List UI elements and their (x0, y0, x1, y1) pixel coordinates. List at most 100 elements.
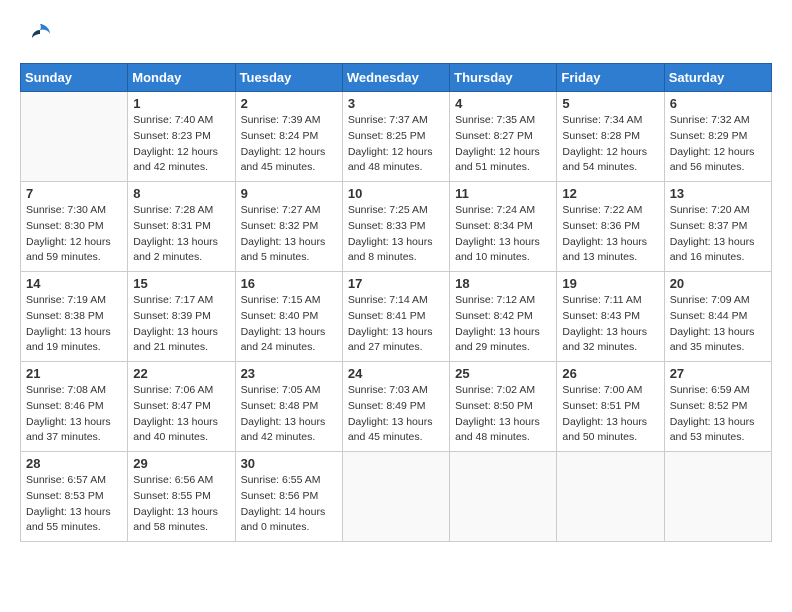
day-number: 2 (241, 96, 337, 111)
day-info: Sunrise: 7:30 AMSunset: 8:30 PMDaylight:… (26, 203, 122, 266)
day-info: Sunrise: 6:55 AMSunset: 8:56 PMDaylight:… (241, 473, 337, 536)
calendar-day-cell: 19 Sunrise: 7:11 AMSunset: 8:43 PMDayligh… (557, 272, 664, 362)
day-number: 4 (455, 96, 551, 111)
calendar-day-cell (450, 452, 557, 542)
day-number: 24 (348, 366, 444, 381)
calendar-day-cell: 18 Sunrise: 7:12 AMSunset: 8:42 PMDayligh… (450, 272, 557, 362)
column-header-tuesday: Tuesday (235, 64, 342, 92)
calendar-day-cell (342, 452, 449, 542)
day-number: 6 (670, 96, 766, 111)
day-info: Sunrise: 7:39 AMSunset: 8:24 PMDaylight:… (241, 113, 337, 176)
day-info: Sunrise: 7:28 AMSunset: 8:31 PMDaylight:… (133, 203, 229, 266)
day-number: 3 (348, 96, 444, 111)
day-number: 28 (26, 456, 122, 471)
column-header-monday: Monday (128, 64, 235, 92)
header (20, 20, 772, 53)
calendar-day-cell: 14 Sunrise: 7:19 AMSunset: 8:38 PMDayligh… (21, 272, 128, 362)
calendar-day-cell: 7 Sunrise: 7:30 AMSunset: 8:30 PMDaylight… (21, 182, 128, 272)
day-number: 19 (562, 276, 658, 291)
calendar-day-cell: 4 Sunrise: 7:35 AMSunset: 8:27 PMDaylight… (450, 92, 557, 182)
day-number: 1 (133, 96, 229, 111)
day-info: Sunrise: 7:22 AMSunset: 8:36 PMDaylight:… (562, 203, 658, 266)
column-header-thursday: Thursday (450, 64, 557, 92)
day-number: 23 (241, 366, 337, 381)
day-number: 17 (348, 276, 444, 291)
calendar-day-cell: 22 Sunrise: 7:06 AMSunset: 8:47 PMDayligh… (128, 362, 235, 452)
day-number: 10 (348, 186, 444, 201)
calendar-day-cell: 25 Sunrise: 7:02 AMSunset: 8:50 PMDayligh… (450, 362, 557, 452)
calendar-day-cell: 13Sunrise: 7:20 AMSunset: 8:37 PMDayligh… (664, 182, 771, 272)
calendar-table: SundayMondayTuesdayWednesdayThursdayFrid… (20, 63, 772, 542)
calendar-day-cell: 5 Sunrise: 7:34 AMSunset: 8:28 PMDaylight… (557, 92, 664, 182)
day-number: 26 (562, 366, 658, 381)
day-info: Sunrise: 7:19 AMSunset: 8:38 PMDaylight:… (26, 293, 122, 356)
calendar-day-cell: 8 Sunrise: 7:28 AMSunset: 8:31 PMDaylight… (128, 182, 235, 272)
day-info: Sunrise: 7:35 AMSunset: 8:27 PMDaylight:… (455, 113, 551, 176)
calendar-day-cell: 12 Sunrise: 7:22 AMSunset: 8:36 PMDayligh… (557, 182, 664, 272)
column-header-saturday: Saturday (664, 64, 771, 92)
day-number: 14 (26, 276, 122, 291)
day-info: Sunrise: 7:40 AMSunset: 8:23 PMDaylight:… (133, 113, 229, 176)
day-number: 18 (455, 276, 551, 291)
day-number: 25 (455, 366, 551, 381)
day-info: Sunrise: 7:20 AMSunset: 8:37 PMDaylight:… (670, 203, 766, 266)
column-header-friday: Friday (557, 64, 664, 92)
day-info: Sunrise: 7:25 AMSunset: 8:33 PMDaylight:… (348, 203, 444, 266)
calendar-day-cell: 24 Sunrise: 7:03 AMSunset: 8:49 PMDayligh… (342, 362, 449, 452)
day-number: 5 (562, 96, 658, 111)
column-header-sunday: Sunday (21, 64, 128, 92)
calendar-day-cell: 17 Sunrise: 7:14 AMSunset: 8:41 PMDayligh… (342, 272, 449, 362)
day-info: Sunrise: 7:02 AMSunset: 8:50 PMDaylight:… (455, 383, 551, 446)
column-header-wednesday: Wednesday (342, 64, 449, 92)
calendar-week-row: 1 Sunrise: 7:40 AMSunset: 8:23 PMDaylight… (21, 92, 772, 182)
day-info: Sunrise: 7:06 AMSunset: 8:47 PMDaylight:… (133, 383, 229, 446)
day-info: Sunrise: 7:15 AMSunset: 8:40 PMDaylight:… (241, 293, 337, 356)
calendar-week-row: 14 Sunrise: 7:19 AMSunset: 8:38 PMDayligh… (21, 272, 772, 362)
calendar-day-cell (557, 452, 664, 542)
day-info: Sunrise: 7:14 AMSunset: 8:41 PMDaylight:… (348, 293, 444, 356)
day-info: Sunrise: 7:24 AMSunset: 8:34 PMDaylight:… (455, 203, 551, 266)
calendar-week-row: 28 Sunrise: 6:57 AMSunset: 8:53 PMDayligh… (21, 452, 772, 542)
logo-bird-icon (26, 20, 54, 53)
day-info: Sunrise: 7:32 AMSunset: 8:29 PMDaylight:… (670, 113, 766, 176)
day-number: 20 (670, 276, 766, 291)
day-info: Sunrise: 7:34 AMSunset: 8:28 PMDaylight:… (562, 113, 658, 176)
day-number: 11 (455, 186, 551, 201)
calendar-week-row: 21 Sunrise: 7:08 AMSunset: 8:46 PMDayligh… (21, 362, 772, 452)
day-number: 12 (562, 186, 658, 201)
calendar-day-cell: 30Sunrise: 6:55 AMSunset: 8:56 PMDayligh… (235, 452, 342, 542)
calendar-day-cell: 2 Sunrise: 7:39 AMSunset: 8:24 PMDaylight… (235, 92, 342, 182)
day-number: 29 (133, 456, 229, 471)
day-info: Sunrise: 7:17 AMSunset: 8:39 PMDaylight:… (133, 293, 229, 356)
day-number: 9 (241, 186, 337, 201)
calendar-day-cell: 11 Sunrise: 7:24 AMSunset: 8:34 PMDayligh… (450, 182, 557, 272)
day-number: 15 (133, 276, 229, 291)
day-number: 21 (26, 366, 122, 381)
calendar-day-cell: 3Sunrise: 7:37 AMSunset: 8:25 PMDaylight… (342, 92, 449, 182)
day-number: 22 (133, 366, 229, 381)
calendar-week-row: 7 Sunrise: 7:30 AMSunset: 8:30 PMDaylight… (21, 182, 772, 272)
day-info: Sunrise: 6:56 AMSunset: 8:55 PMDaylight:… (133, 473, 229, 536)
calendar-day-cell: 28 Sunrise: 6:57 AMSunset: 8:53 PMDayligh… (21, 452, 128, 542)
day-info: Sunrise: 7:09 AMSunset: 8:44 PMDaylight:… (670, 293, 766, 356)
calendar-day-cell: 29 Sunrise: 6:56 AMSunset: 8:55 PMDayligh… (128, 452, 235, 542)
calendar-day-cell: 15 Sunrise: 7:17 AMSunset: 8:39 PMDayligh… (128, 272, 235, 362)
day-info: Sunrise: 6:57 AMSunset: 8:53 PMDaylight:… (26, 473, 122, 536)
calendar-day-cell: 21 Sunrise: 7:08 AMSunset: 8:46 PMDayligh… (21, 362, 128, 452)
day-number: 8 (133, 186, 229, 201)
day-info: Sunrise: 7:11 AMSunset: 8:43 PMDaylight:… (562, 293, 658, 356)
day-info: Sunrise: 7:03 AMSunset: 8:49 PMDaylight:… (348, 383, 444, 446)
day-info: Sunrise: 7:12 AMSunset: 8:42 PMDaylight:… (455, 293, 551, 356)
day-info: Sunrise: 7:00 AMSunset: 8:51 PMDaylight:… (562, 383, 658, 446)
day-info: Sunrise: 6:59 AMSunset: 8:52 PMDaylight:… (670, 383, 766, 446)
calendar-day-cell (21, 92, 128, 182)
calendar-day-cell: 26 Sunrise: 7:00 AMSunset: 8:51 PMDayligh… (557, 362, 664, 452)
calendar-day-cell: 9Sunrise: 7:27 AMSunset: 8:32 PMDaylight… (235, 182, 342, 272)
day-info: Sunrise: 7:08 AMSunset: 8:46 PMDaylight:… (26, 383, 122, 446)
calendar-day-cell (664, 452, 771, 542)
calendar-day-cell: 27 Sunrise: 6:59 AMSunset: 8:52 PMDayligh… (664, 362, 771, 452)
day-number: 7 (26, 186, 122, 201)
calendar-day-cell: 6 Sunrise: 7:32 AMSunset: 8:29 PMDaylight… (664, 92, 771, 182)
calendar-day-cell: 23Sunrise: 7:05 AMSunset: 8:48 PMDayligh… (235, 362, 342, 452)
day-number: 27 (670, 366, 766, 381)
